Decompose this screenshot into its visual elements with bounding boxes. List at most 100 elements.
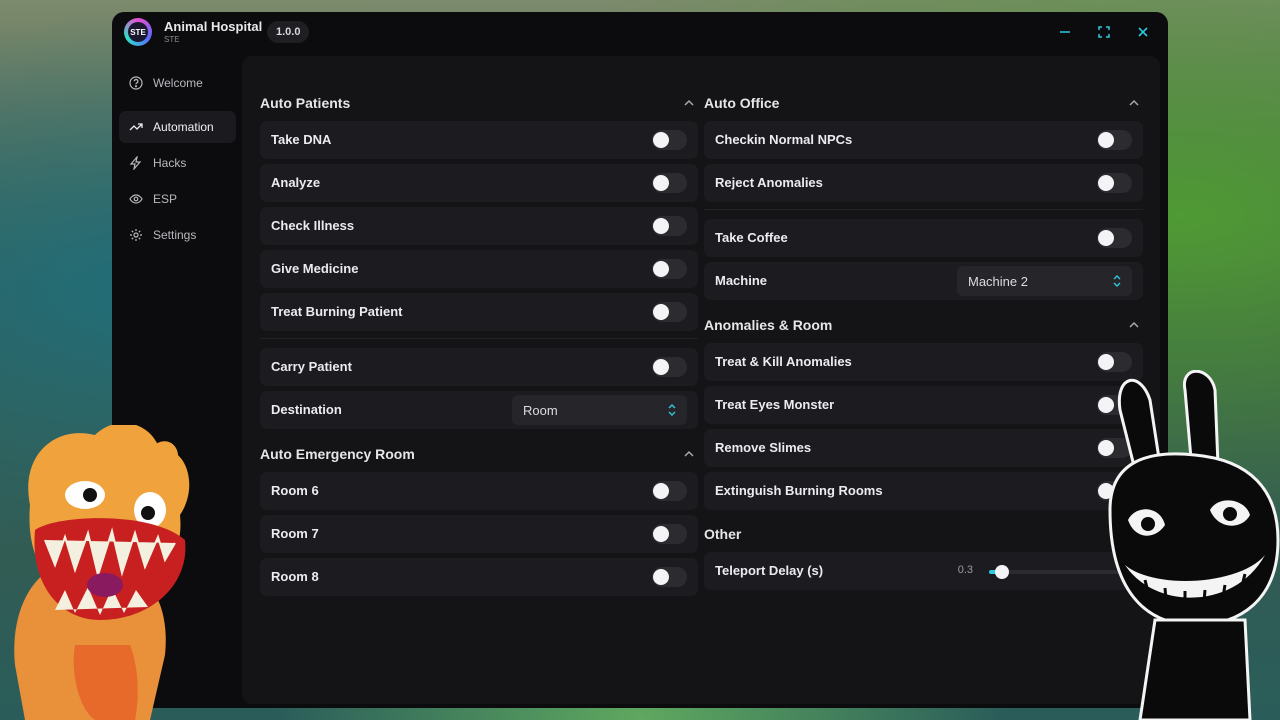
machine-label: Machine: [715, 273, 768, 288]
automation-panel: Auto Patients Take DNA Analyze Check Ill…: [242, 56, 1160, 704]
divider: [704, 209, 1143, 210]
version-badge: 1.0.0: [267, 21, 310, 43]
machine-select[interactable]: Machine 2: [957, 266, 1132, 296]
sidebar-item-label: Automation: [153, 120, 214, 134]
toggle-row-give-medicine: Give Medicine: [260, 250, 698, 288]
toggle-label: Remove Slimes: [715, 440, 812, 455]
toggle-row-remove-slimes: Remove Slimes: [704, 429, 1143, 467]
toggle-label: Reject Anomalies: [715, 175, 823, 190]
section-title-anomalies-room: Anomalies & Room: [704, 317, 833, 333]
toggle-row-take-coffee: Take Coffee: [704, 219, 1143, 257]
toggle-label: Analyze: [271, 175, 321, 190]
sidebar-item-label: Hacks: [153, 156, 187, 170]
chevron-up-down-icon: [1112, 274, 1122, 291]
toggle-label: Treat Eyes Monster: [715, 397, 835, 412]
sidebar-item-label: Settings: [153, 228, 197, 242]
room-7-toggle[interactable]: [652, 524, 687, 544]
sidebar-item-label: ESP: [153, 192, 178, 206]
destination-label: Destination: [271, 402, 342, 417]
chevron-up-down-icon: [667, 403, 677, 420]
toggle-label: Room 8: [271, 569, 319, 584]
section-title-auto-emergency-room: Auto Emergency Room: [260, 446, 415, 462]
app-window: STE Animal Hospital STE 1.0.0 Welcome Au…: [112, 12, 1168, 708]
sidebar-item-hacks[interactable]: Hacks: [119, 147, 236, 179]
minimize-button[interactable]: [1055, 22, 1075, 42]
chevron-up-icon[interactable]: [683, 448, 695, 460]
toggle-row-checkin-normal-npcs: Checkin Normal NPCs: [704, 121, 1143, 159]
room-6-toggle[interactable]: [652, 481, 687, 501]
toggle-label: Room 7: [271, 526, 319, 541]
eye-icon: [128, 191, 144, 207]
toggle-row-treat-eyes-monster: Treat Eyes Monster: [704, 386, 1143, 424]
toggle-label: Treat & Kill Anomalies: [715, 354, 852, 369]
toggle-label: Room 6: [271, 483, 319, 498]
trend-icon: [128, 119, 144, 135]
app-subtitle: STE: [164, 35, 180, 44]
divider: [260, 338, 698, 339]
black-bunny-character: [1108, 370, 1280, 720]
toggle-row-treat-burning-patient: Treat Burning Patient: [260, 293, 698, 331]
toggle-label: Carry Patient: [271, 359, 352, 374]
treat-burning-patient-toggle[interactable]: [652, 302, 687, 322]
teleport-delay-row: Teleport Delay (s) 0.3: [704, 552, 1143, 590]
sidebar-item-automation[interactable]: Automation: [119, 111, 236, 143]
toggle-label: Checkin Normal NPCs: [715, 132, 853, 147]
section-title-auto-patients: Auto Patients: [260, 95, 351, 111]
toggle-row-room-8: Room 8: [260, 558, 698, 596]
minimize-icon: [1060, 31, 1070, 33]
app-title: Animal Hospital: [164, 19, 263, 34]
title-bar: STE Animal Hospital STE 1.0.0: [112, 12, 1168, 56]
carry-patient-toggle[interactable]: [652, 357, 687, 377]
gear-icon: [128, 227, 144, 243]
toggle-label: Take Coffee: [715, 230, 788, 245]
take-coffee-toggle[interactable]: [1097, 228, 1132, 248]
checkin-normal-npcs-toggle[interactable]: [1097, 130, 1132, 150]
help-circle-icon: [128, 75, 144, 91]
slider-thumb[interactable]: [995, 565, 1009, 579]
sidebar-item-label: Welcome: [153, 76, 203, 90]
destination-row: Destination Room: [260, 391, 698, 429]
app-logo-text: STE: [128, 22, 148, 42]
toggle-row-treat-kill-anomalies: Treat & Kill Anomalies: [704, 343, 1143, 381]
chevron-up-icon[interactable]: [1128, 97, 1140, 109]
check-illness-toggle[interactable]: [652, 216, 687, 236]
reject-anomalies-toggle[interactable]: [1097, 173, 1132, 193]
maximize-icon: [1098, 26, 1110, 38]
maximize-button[interactable]: [1094, 22, 1114, 42]
treat-kill-anomalies-toggle[interactable]: [1097, 352, 1132, 372]
toggle-label: Give Medicine: [271, 261, 359, 276]
chevron-up-icon[interactable]: [683, 97, 695, 109]
toggle-row-room-6: Room 6: [260, 472, 698, 510]
sidebar-item-esp[interactable]: ESP: [119, 183, 236, 215]
section-title-other: Other: [704, 526, 742, 542]
chevron-up-icon[interactable]: [1128, 319, 1140, 331]
room-8-toggle[interactable]: [652, 567, 687, 587]
machine-value: Machine 2: [968, 274, 1028, 289]
toggle-label: Treat Burning Patient: [271, 304, 403, 319]
toggle-label: Extinguish Burning Rooms: [715, 483, 883, 498]
close-button[interactable]: [1133, 22, 1153, 42]
destination-select[interactable]: Room: [512, 395, 687, 425]
toggle-row-check-illness: Check Illness: [260, 207, 698, 245]
machine-row: Machine Machine 2: [704, 262, 1143, 300]
take-dna-toggle[interactable]: [652, 130, 687, 150]
toggle-label: Check Illness: [271, 218, 355, 233]
give-medicine-toggle[interactable]: [652, 259, 687, 279]
toggle-row-reject-anomalies: Reject Anomalies: [704, 164, 1143, 202]
toggle-row-carry-patient: Carry Patient: [260, 348, 698, 386]
toggle-row-extinguish-burning-rooms: Extinguish Burning Rooms: [704, 472, 1143, 510]
bolt-icon: [128, 155, 144, 171]
toggle-row-analyze: Analyze: [260, 164, 698, 202]
toggle-row-take-dna: Take DNA: [260, 121, 698, 159]
sidebar-item-welcome[interactable]: Welcome: [119, 67, 236, 99]
teleport-delay-value: 0.3: [957, 564, 973, 576]
section-title-auto-office: Auto Office: [704, 95, 780, 111]
orange-monster-character: [14, 425, 190, 720]
analyze-toggle[interactable]: [652, 173, 687, 193]
toggle-row-room-7: Room 7: [260, 515, 698, 553]
sidebar-item-settings[interactable]: Settings: [119, 219, 236, 251]
close-icon: [1138, 27, 1148, 37]
destination-value: Room: [523, 403, 558, 418]
teleport-delay-label: Teleport Delay (s): [715, 563, 824, 578]
app-logo: STE: [124, 18, 152, 46]
